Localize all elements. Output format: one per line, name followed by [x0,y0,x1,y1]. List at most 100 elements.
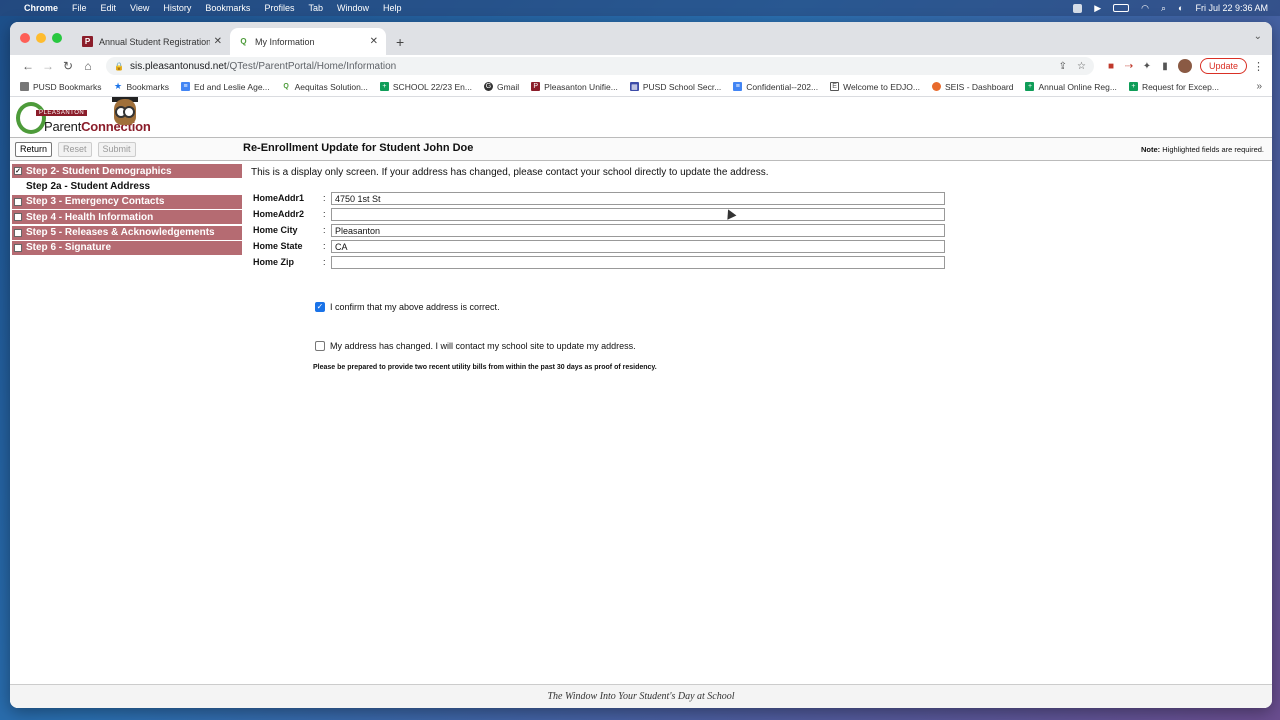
window-controls [20,33,62,43]
bookmark-label: PUSD Bookmarks [33,81,102,92]
forward-icon[interactable]: → [38,59,58,73]
tab-title: Annual Student Registration - [99,36,210,47]
bookmark-gmail[interactable]: G Gmail [483,81,520,92]
step-student-address[interactable]: Step 2a - Student Address [12,179,242,193]
tab-annual-registration[interactable]: P Annual Student Registration - ✕ [74,28,230,55]
home-state-input[interactable] [331,240,945,253]
menu-history[interactable]: History [163,3,191,13]
tab-title: My Information [255,36,315,47]
bookmark-pusd-secretary[interactable]: ▦ PUSD School Secr... [629,82,721,92]
return-button[interactable]: Return [15,141,53,157]
bookmark-edjoin[interactable]: E Welcome to EDJO... [830,82,920,92]
field-homeaddr2: HomeAddr2: [253,207,953,223]
field-colon: : [323,225,326,235]
more-bookmarks-icon[interactable]: » [1256,81,1262,92]
bookmark-label: Request for Excep... [1141,81,1219,92]
field-colon: : [323,241,326,251]
field-label: Home Zip [253,257,295,267]
reload-icon[interactable]: ↻ [58,59,78,73]
tab-search-chevron-icon[interactable]: ⌄ [1254,31,1262,42]
spotlight-search-icon[interactable]: ⌕ [1161,3,1166,14]
close-tab-icon[interactable]: ✕ [214,36,222,47]
logo-parent: Parent [44,119,82,134]
menu-help[interactable]: Help [383,3,402,13]
profile-avatar[interactable] [1177,59,1192,73]
bookmark-ed-leslie[interactable]: ≡ Ed and Leslie Age... [181,82,270,92]
bookmark-label: Gmail [496,81,520,92]
step-label: Step 2a - Student Address [26,180,151,192]
menu-file[interactable]: File [72,3,87,13]
step-label: Step 6 - Signature [26,242,112,254]
bookmark-school-2223[interactable]: + SCHOOL 22/23 En... [379,82,472,92]
field-colon: : [323,193,326,203]
bookmark-label: Aequitas Solution... [294,81,368,92]
bookmark-star-icon[interactable]: ☆ [1077,61,1086,72]
homeaddr1-input[interactable] [331,192,945,205]
extension-icon[interactable]: ■ [1102,61,1120,72]
homeaddr2-input[interactable] [331,208,945,221]
address-toolbar: ← → ↻ ⌂ 🔒 sis.pleasantonusd.net/QTest/Pa… [10,55,1272,77]
address-changed-option[interactable]: My address has changed. I will contact m… [315,341,636,351]
bookmark-seis[interactable]: SEIS - Dashboard [931,82,1013,92]
menu-profiles[interactable]: Profiles [264,3,294,13]
tab-my-information[interactable]: Q My Information ✕ [230,28,386,55]
confirm-address-checkbox[interactable]: ✓ [315,302,325,312]
reset-button[interactable]: Reset [58,141,92,157]
address-changed-label: My address has changed. I will contact m… [330,341,636,351]
menubar-clock[interactable]: Fri Jul 22 9:36 AM [1195,3,1268,13]
menu-tab[interactable]: Tab [308,3,323,13]
bookmark-pusd-bookmarks[interactable]: PUSD Bookmarks [20,82,102,92]
step-health-information[interactable]: Step 4 - Health Information [12,210,242,225]
owl-mascot-icon [114,99,136,125]
control-center-icon[interactable]: ◐ [1178,3,1183,13]
url-path: /QTest/ParentPortal/Home/Information [226,60,397,72]
step-emergency-contacts[interactable]: Step 3 - Emergency Contacts [12,194,242,209]
update-button[interactable]: Update [1199,58,1247,74]
bookmark-annual-online-reg[interactable]: + Annual Online Reg... [1025,82,1117,92]
minimize-window-icon[interactable] [36,33,46,43]
submit-button[interactable]: Submit [97,141,136,157]
menu-view[interactable]: View [130,3,149,13]
more-menu-icon[interactable]: ⋮ [1253,60,1264,73]
confirm-address-option[interactable]: ✓ I confirm that my above address is cor… [315,302,500,312]
home-city-input[interactable] [331,224,945,237]
portal-footer: The Window Into Your Student's Day at Sc… [10,684,1272,708]
step-label: Step 4 - Health Information [26,211,154,223]
play-icon[interactable]: ▶ [1094,3,1101,14]
lock-icon[interactable]: 🔒 [114,62,124,71]
bookmark-pleasanton-unified[interactable]: P Pleasanton Unifie... [531,82,618,92]
checkbox-icon [14,213,22,222]
new-tab-icon[interactable]: + [396,34,404,50]
step-student-demographics[interactable]: ✓ Step 2- Student Demographics [12,164,242,178]
back-icon[interactable]: ← [18,59,38,73]
close-tab-icon[interactable]: ✕ [370,36,378,47]
url-bar[interactable]: 🔒 sis.pleasantonusd.net/QTest/ParentPort… [106,57,1094,75]
step-signature[interactable]: Step 6 - Signature [12,240,242,255]
bookmark-bookmarks[interactable]: ★ Bookmarks [114,81,169,92]
bookmark-confidential[interactable]: ≡ Confidential--202... [733,82,818,92]
menu-bookmarks[interactable]: Bookmarks [205,3,250,13]
side-panel-icon[interactable]: ▮ [1156,61,1174,72]
home-zip-input[interactable] [331,256,945,269]
step-releases-acknowledgements[interactable]: Step 5 - Releases & Acknowledgements [12,225,242,240]
pleasanton-p-icon: P [82,36,93,47]
extensions-puzzle-icon[interactable]: ✦ [1138,61,1156,72]
maximize-window-icon[interactable] [52,33,62,43]
pleasanton-icon: P [531,82,541,91]
bookmark-request-exception[interactable]: + Request for Excep... [1128,81,1219,92]
status-app-icon[interactable] [1073,3,1083,13]
wifi-icon[interactable]: ◠ [1141,3,1149,14]
menu-window[interactable]: Window [337,3,369,13]
home-icon[interactable]: ⌂ [78,59,98,73]
menu-edit[interactable]: Edit [101,3,117,13]
share-icon[interactable]: ⇪ [1059,61,1067,72]
menu-app-name[interactable]: Chrome [24,3,58,13]
field-label: HomeAddr1 [253,193,305,203]
address-changed-checkbox[interactable] [315,341,325,351]
close-window-icon[interactable] [20,33,30,43]
extension-arrow-icon[interactable]: ⇢ [1120,61,1138,72]
bookmark-aequitas[interactable]: Q Aequitas Solution... [282,81,368,92]
bookmark-label: Pleasanton Unifie... [544,81,618,92]
battery-icon[interactable] [1113,4,1130,12]
os-menubar: Chrome File Edit View History Bookmarks … [0,0,1280,16]
